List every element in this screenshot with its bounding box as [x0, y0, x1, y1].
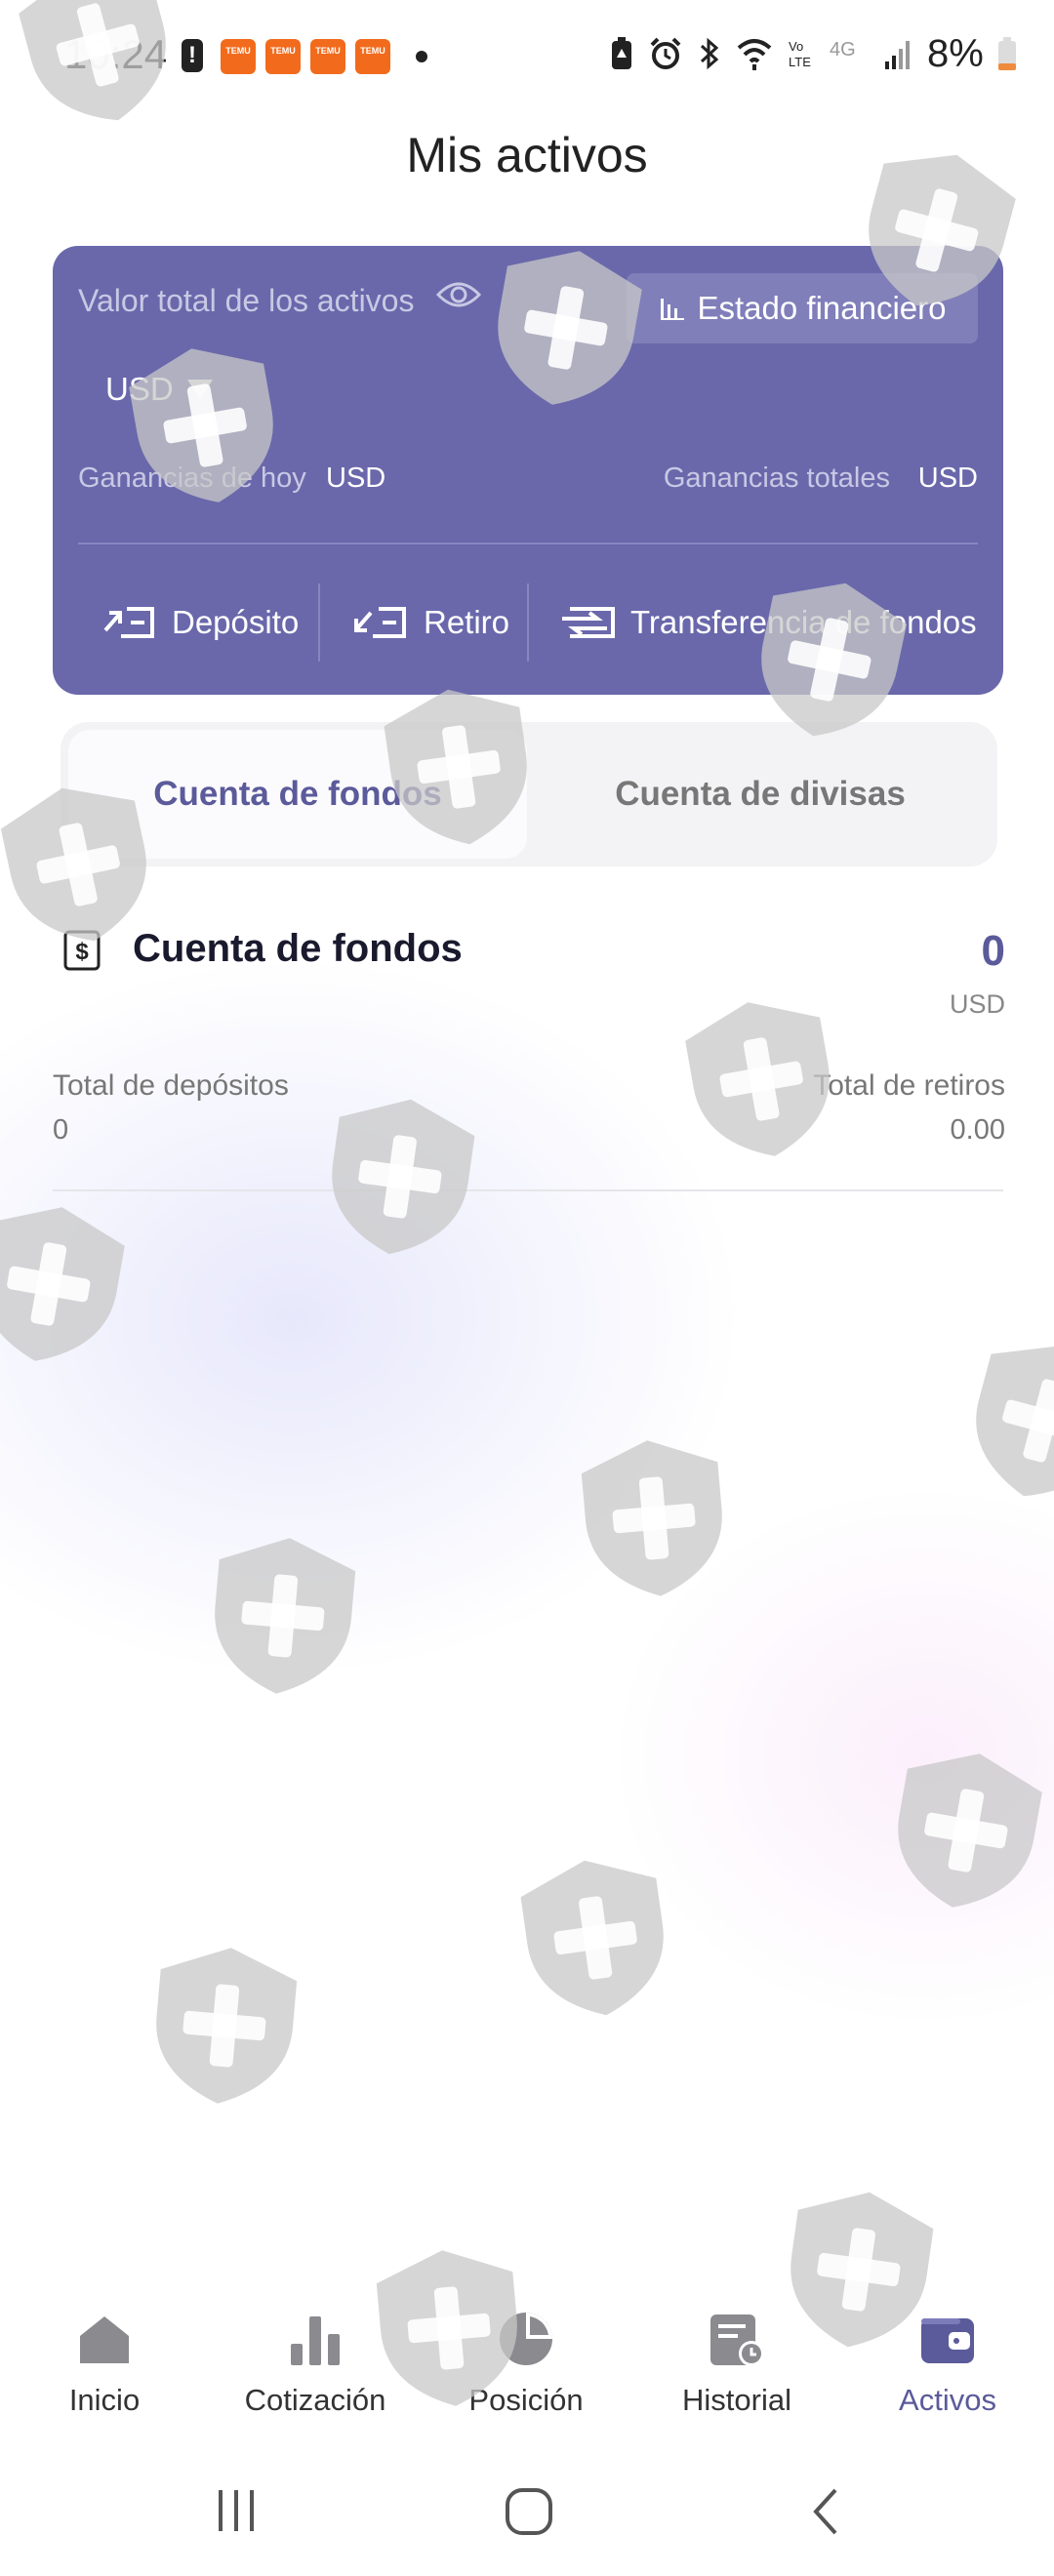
bar-chart-icon — [291, 2316, 340, 2365]
account-balance: 0 — [981, 927, 1005, 975]
caret-down-icon — [186, 380, 213, 399]
history-icon — [710, 2314, 764, 2366]
account-title: Cuenta de fondos — [133, 927, 463, 970]
bottom-navigation: Inicio Cotización Posición Historial Act… — [0, 2283, 1054, 2439]
withdraw-icon — [354, 607, 406, 638]
tab-currency-account[interactable]: Cuenta de divisas — [531, 730, 990, 859]
gains-total-currency: USD — [917, 463, 978, 494]
nav-item-cotizacion[interactable]: Cotización — [218, 2311, 413, 2418]
temu-notification-icon: TEMU — [310, 39, 345, 74]
nav-item-activos[interactable]: Activos — [850, 2311, 1045, 2418]
temu-notification-icon: TEMU — [265, 39, 301, 74]
deposit-button[interactable]: Depósito — [53, 584, 318, 662]
financial-statement-button[interactable]: Estado financiero — [627, 273, 978, 343]
nav-label: Inicio — [68, 2383, 141, 2417]
shield-watermark-icon — [140, 1935, 309, 2113]
transfer-label: Transferencia de fondos — [630, 604, 977, 640]
battery-percent: 8% — [927, 31, 984, 75]
tab-funds-account[interactable]: Cuenta de fondos — [68, 730, 527, 859]
more-notifications-dot — [416, 51, 427, 62]
nav-label: Historial — [682, 2383, 791, 2417]
gains-total-label: Ganancias totales — [663, 463, 890, 494]
total-withdrawals-value: 0.00 — [950, 1114, 1005, 1146]
volte-icon: VoLTE — [789, 39, 811, 69]
gains-today-currency: USD — [326, 463, 386, 494]
temu-notification-icon: TEMU — [221, 39, 256, 74]
dollar-document-icon: $ — [62, 929, 101, 977]
account-tabs: Cuenta de fondos Cuenta de divisas — [61, 722, 997, 866]
assets-screen: 10:24 ! TEMU TEMU TEMU TEMU Vo LTE 4G 8% … — [0, 0, 1054, 2576]
divider — [53, 1189, 1003, 1191]
page-title: Mis activos — [406, 128, 648, 182]
battery-saver-icon — [612, 37, 631, 69]
svg-text:LTE: LTE — [789, 55, 811, 69]
nav-label: Cotización — [244, 2383, 386, 2417]
status-icons: Vo LTE 4G 8% — [609, 29, 1017, 78]
wallet-icon — [921, 2318, 974, 2363]
battery-icon — [997, 37, 1016, 70]
deposit-label: Depósito — [172, 604, 300, 640]
account-currency: USD — [949, 989, 1005, 1019]
card-actions: Depósito Retiro Transferencia de fondos — [53, 584, 1003, 662]
bluetooth-icon — [700, 37, 719, 70]
nav-label: Posición — [468, 2383, 584, 2417]
alert-icon: ! — [182, 39, 203, 72]
financial-statement-label: Estado financiero — [697, 290, 947, 326]
total-assets-label: Valor total de los activos — [78, 283, 415, 318]
back-icon[interactable] — [806, 2486, 845, 2542]
transfer-funds-button[interactable]: Transferencia de fondos — [529, 584, 1003, 662]
background-glow — [586, 1464, 1054, 2049]
total-withdrawals-label: Total de retiros — [813, 1069, 1005, 1102]
assets-card: Valor total de los activos Estado financ… — [53, 246, 1003, 695]
nav-item-inicio[interactable]: Inicio — [7, 2311, 202, 2418]
bar-chart-icon — [660, 299, 684, 320]
status-time: 10:24 — [64, 31, 168, 77]
svg-text:$: $ — [75, 939, 89, 965]
deposit-icon — [103, 607, 154, 638]
nav-label: Activos — [899, 2383, 996, 2417]
temu-notification-icon: TEMU — [355, 39, 390, 74]
pie-chart-icon — [500, 2313, 552, 2365]
nav-item-posicion[interactable]: Posición — [428, 2311, 624, 2418]
gains-today-label: Ganancias de hoy — [78, 463, 306, 494]
withdraw-label: Retiro — [424, 604, 510, 640]
signal-icon — [885, 41, 910, 69]
status-bar: 10:24 ! TEMU TEMU TEMU TEMU Vo LTE 4G 8% — [0, 0, 1054, 117]
wifi-icon — [737, 39, 772, 70]
eye-icon[interactable] — [435, 277, 482, 317]
currency-label: USD — [105, 371, 174, 407]
currency-selector[interactable]: USD — [105, 371, 215, 408]
divider — [78, 543, 978, 544]
nav-item-historial[interactable]: Historial — [639, 2311, 834, 2418]
home-button-icon[interactable] — [504, 2486, 554, 2542]
withdraw-button[interactable]: Retiro — [320, 584, 527, 662]
alarm-icon — [650, 37, 681, 69]
svg-text:Vo: Vo — [789, 39, 803, 54]
home-icon — [80, 2316, 129, 2363]
recent-apps-icon[interactable] — [213, 2486, 260, 2538]
transfer-icon — [562, 607, 615, 638]
svg-text:4G: 4G — [830, 39, 856, 60]
total-deposits-value: 0 — [53, 1114, 69, 1146]
system-navigation-bar — [0, 2459, 1054, 2566]
total-deposits-label: Total de depósitos — [53, 1069, 289, 1102]
4g-icon: 4G — [830, 39, 856, 60]
